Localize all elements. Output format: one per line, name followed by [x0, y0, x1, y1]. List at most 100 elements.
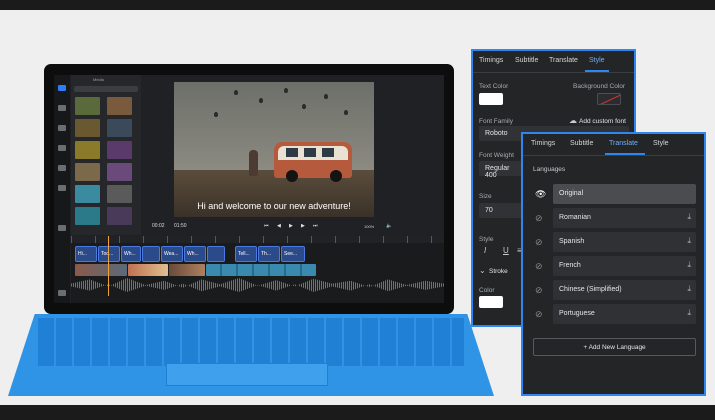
style-panel-tabs: Timings Subtitle Translate Style — [473, 51, 634, 73]
chevron-down-icon[interactable]: ⌄ — [479, 266, 486, 275]
download-icon[interactable]: ⤓ — [687, 284, 691, 294]
tab-translate[interactable]: Translate — [609, 140, 638, 147]
stroke-color-swatch[interactable] — [479, 296, 503, 308]
tab-timings[interactable]: Timings — [479, 57, 503, 64]
media-thumb[interactable] — [75, 141, 100, 159]
subtitle-clip[interactable]: Wh... — [121, 246, 141, 262]
subtitle-clip[interactable]: Th... — [258, 246, 280, 262]
language-item-original[interactable]: Original — [553, 184, 696, 204]
language-item-french[interactable]: French ⤓ — [553, 256, 696, 276]
language-name: Original — [559, 190, 584, 197]
forward-icon[interactable]: ▶ — [301, 223, 305, 229]
tab-translate[interactable]: Translate — [549, 57, 578, 64]
language-item-chinese-simplified[interactable]: Chinese (Simplified) ⤓ — [553, 280, 696, 300]
add-new-language-button[interactable]: + Add New Language — [533, 338, 696, 356]
eye-off-icon[interactable]: ⊘ — [535, 309, 543, 320]
record-icon[interactable] — [58, 225, 66, 231]
play-icon[interactable]: ▶ — [289, 223, 293, 229]
media-tab[interactable]: Media — [93, 77, 104, 82]
tab-subtitle[interactable]: Subtitle — [570, 140, 593, 147]
subtitle-clip[interactable] — [142, 246, 160, 262]
media-thumb[interactable] — [107, 141, 132, 159]
skip-forward-icon[interactable]: ⏭ — [313, 223, 318, 229]
subtitle-clip[interactable]: Tod... — [98, 246, 120, 262]
language-row[interactable]: ⊘ Portuguese ⤓ — [533, 304, 696, 324]
size-label: Size — [479, 193, 492, 200]
background-color-swatch[interactable] — [597, 93, 621, 105]
media-thumb[interactable] — [107, 97, 132, 115]
tab-subtitle[interactable]: Subtitle — [515, 57, 538, 64]
language-row[interactable]: 👁 Original — [533, 184, 696, 204]
media-thumb[interactable] — [75, 97, 100, 115]
editor-screen: Media Hi and welcome to our new adventur… — [54, 75, 444, 303]
size-input[interactable]: 70 — [479, 203, 525, 218]
skip-back-icon[interactable]: ⏮ — [264, 223, 269, 229]
subtitle-clip[interactable]: Tell... — [235, 246, 257, 262]
zoom-level[interactable]: 100% — [364, 224, 374, 229]
video-clip[interactable] — [169, 264, 205, 276]
media-search-input[interactable] — [74, 86, 138, 92]
tab-timings[interactable]: Timings — [531, 140, 555, 147]
subtitle-clip[interactable]: Hi... — [75, 246, 97, 262]
subtitle-preview-text: Hi and welcome to our new adventure! — [197, 201, 351, 211]
underline-icon[interactable]: U — [503, 246, 509, 255]
video-preview[interactable]: Hi and welcome to our new adventure! — [174, 82, 374, 217]
subtitle-clip[interactable] — [207, 246, 225, 262]
playback-controls: 00:02 01:50 ⏮ ◀ ▶ ▶ ⏭ 100% 🔈 — [144, 221, 442, 233]
download-icon[interactable]: ⤓ — [687, 236, 691, 246]
eye-off-icon[interactable]: ⊘ — [535, 237, 543, 248]
language-item-romanian[interactable]: Romanian ⤓ — [553, 208, 696, 228]
video-clip[interactable] — [75, 264, 127, 276]
settings-icon[interactable] — [58, 290, 66, 296]
subtitle-clip[interactable]: Wea... — [161, 246, 183, 262]
media-thumb[interactable] — [107, 119, 132, 137]
italic-icon[interactable]: I — [484, 246, 486, 255]
eye-off-icon[interactable]: ⊘ — [535, 213, 543, 224]
subtitle-clip[interactable]: Wh... — [184, 246, 206, 262]
timeline-ruler[interactable] — [71, 236, 444, 243]
text-icon[interactable] — [58, 125, 66, 131]
volume-icon[interactable]: 🔈 — [386, 223, 392, 229]
media-icon[interactable] — [58, 85, 66, 91]
bottom-bar — [0, 405, 715, 420]
van-figure — [274, 142, 352, 182]
van-window — [322, 148, 334, 157]
language-row[interactable]: ⊘ Chinese (Simplified) ⤓ — [533, 280, 696, 300]
elements-icon[interactable] — [58, 165, 66, 171]
font-weight-select[interactable]: Regular 400 — [479, 161, 525, 179]
download-icon[interactable]: ⤓ — [687, 212, 691, 222]
tab-style[interactable]: Style — [589, 57, 605, 64]
language-item-portuguese[interactable]: Portuguese ⤓ — [553, 304, 696, 324]
cloud-upload-icon[interactable]: ☁ — [569, 116, 577, 125]
playhead[interactable] — [108, 236, 109, 296]
media-thumb[interactable] — [75, 207, 100, 225]
video-clip[interactable] — [128, 264, 168, 276]
media-thumb[interactable] — [75, 185, 100, 203]
download-icon[interactable]: ⤓ — [687, 308, 691, 318]
eye-off-icon[interactable]: ⊘ — [535, 285, 543, 296]
add-custom-font-link[interactable]: Add custom font — [579, 118, 626, 125]
media-thumb[interactable] — [75, 119, 100, 137]
media-thumb[interactable] — [107, 207, 132, 225]
eye-icon[interactable]: 👁 — [535, 189, 546, 200]
rewind-icon[interactable]: ◀ — [277, 223, 281, 229]
media-thumb[interactable] — [107, 185, 132, 203]
subtitle-clip[interactable]: See... — [281, 246, 305, 262]
subtitles-icon[interactable] — [58, 105, 66, 111]
video-clip[interactable] — [206, 264, 316, 276]
language-row[interactable]: ⊘ French ⤓ — [533, 256, 696, 276]
language-row[interactable]: ⊘ Romanian ⤓ — [533, 208, 696, 228]
media-thumb[interactable] — [75, 163, 100, 181]
transitions-icon[interactable] — [58, 185, 66, 191]
stroke-label[interactable]: Stroke — [489, 268, 508, 275]
eye-off-icon[interactable]: ⊘ — [535, 261, 543, 272]
media-thumb[interactable] — [107, 163, 132, 181]
audio-icon[interactable] — [58, 145, 66, 151]
timeline[interactable]: Hi... Tod... Wh... Wea... Wh... Tell... … — [71, 236, 444, 303]
language-item-spanish[interactable]: Spanish ⤓ — [553, 232, 696, 252]
download-icon[interactable]: ⤓ — [687, 260, 691, 270]
text-color-swatch[interactable] — [479, 93, 503, 105]
audio-waveform[interactable] — [71, 278, 444, 292]
tab-style[interactable]: Style — [653, 140, 669, 147]
language-row[interactable]: ⊘ Spanish ⤓ — [533, 232, 696, 252]
